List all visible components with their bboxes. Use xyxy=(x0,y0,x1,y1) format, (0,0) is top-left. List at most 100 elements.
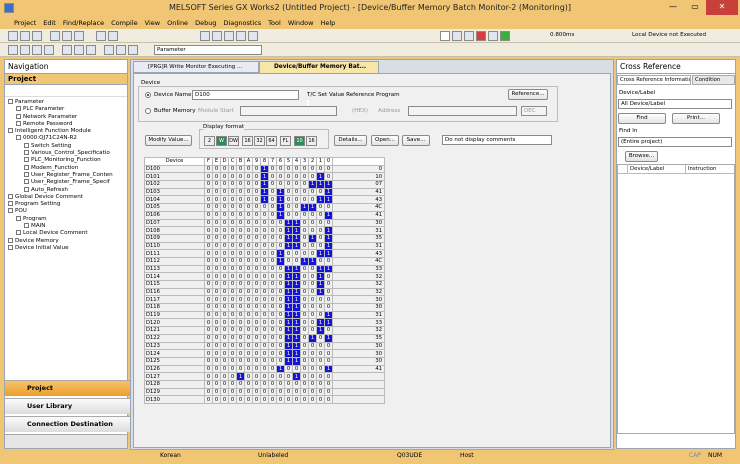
bit-cell[interactable]: 0 xyxy=(252,326,261,335)
tree-item[interactable]: Parameter xyxy=(8,99,127,106)
bit-cell[interactable]: 0 xyxy=(260,326,269,335)
bit-cell[interactable]: 0 xyxy=(300,264,309,274)
bit-cell[interactable]: 0 xyxy=(228,226,237,235)
bit-cell[interactable]: 0 xyxy=(244,364,253,374)
bit-cell[interactable]: 0 xyxy=(252,395,261,404)
table-row[interactable]: D118 0 0 0 0 0 0 0 0 0 0 1 1 0 0 0 0 30 xyxy=(144,303,385,312)
bit-cell[interactable]: 0 xyxy=(292,180,301,189)
print-button[interactable]: Print... xyxy=(672,113,720,124)
bit-cell[interactable]: 1 xyxy=(308,203,317,212)
bit-cell[interactable]: 0 xyxy=(228,210,237,220)
bit-cell[interactable]: 0 xyxy=(220,164,229,174)
bit-cell[interactable]: 0 xyxy=(244,272,253,281)
bit-cell[interactable]: 0 xyxy=(220,241,229,251)
bit-cell[interactable]: 0 xyxy=(252,349,261,358)
bit-cell[interactable]: 0 xyxy=(292,379,301,389)
menu-view[interactable]: View xyxy=(145,19,160,27)
bit-cell[interactable]: 0 xyxy=(212,226,221,235)
bit-cell[interactable]: 1 xyxy=(292,310,301,320)
bit-cell[interactable]: 1 xyxy=(292,264,301,274)
bit-cell[interactable]: 1 xyxy=(260,180,269,189)
value-cell[interactable]: 32 xyxy=(332,272,385,281)
details-button[interactable]: Details... xyxy=(334,135,367,146)
project-button[interactable]: Project xyxy=(5,380,131,396)
bit-cell[interactable]: 0 xyxy=(260,295,269,305)
bit-cell[interactable]: 0 xyxy=(300,210,309,220)
bit-cell[interactable]: 1 xyxy=(284,272,293,281)
save-icon[interactable] xyxy=(32,31,42,41)
bit-cell[interactable]: 0 xyxy=(236,295,245,305)
bit-cell[interactable]: 0 xyxy=(300,272,309,281)
bit-cell[interactable]: 0 xyxy=(292,249,301,258)
bit-cell[interactable]: 1 xyxy=(300,256,309,266)
bit-cell[interactable]: 0 xyxy=(252,310,261,320)
bit-cell[interactable]: 0 xyxy=(204,195,213,205)
bit-cell[interactable]: 0 xyxy=(276,180,285,189)
value-cell[interactable]: 32 xyxy=(332,280,385,289)
bit-cell[interactable]: 0 xyxy=(252,372,261,381)
bit-cell[interactable]: 0 xyxy=(324,256,333,266)
bit-cell[interactable]: 0 xyxy=(268,341,277,351)
bit-cell[interactable]: 0 xyxy=(284,172,293,182)
play-icon[interactable] xyxy=(500,31,510,41)
open-project-icon[interactable] xyxy=(20,31,30,41)
bit-cell[interactable]: 0 xyxy=(212,364,221,374)
bit-cell[interactable]: 0 xyxy=(268,387,277,397)
bit-cell[interactable]: 0 xyxy=(300,287,309,297)
bit-cell[interactable]: 0 xyxy=(260,280,269,289)
bit-cell[interactable]: 0 xyxy=(292,256,301,266)
bit-cell[interactable]: 0 xyxy=(220,210,229,220)
bit-cell[interactable]: 0 xyxy=(260,349,269,358)
bit-cell[interactable]: 0 xyxy=(204,333,213,343)
monitor-start-icon[interactable] xyxy=(236,31,246,41)
comment-icon[interactable] xyxy=(104,45,114,55)
bit-cell[interactable]: 0 xyxy=(292,395,301,404)
bit-cell[interactable]: 1 xyxy=(284,218,293,228)
value-cell[interactable]: 35 xyxy=(332,233,385,243)
bit-cell[interactable]: 0 xyxy=(260,356,269,366)
table-row[interactable]: D105 0 0 0 0 0 0 0 0 0 1 0 0 1 1 0 0 4C xyxy=(144,203,385,212)
bit-cell[interactable]: 0 xyxy=(228,295,237,305)
value-cell[interactable]: 35 xyxy=(332,333,385,343)
table-row[interactable]: D100 0 0 0 0 0 0 0 1 0 0 0 0 0 0 0 0 0 xyxy=(144,164,385,174)
bit-cell[interactable]: 0 xyxy=(284,180,293,189)
redo-icon[interactable] xyxy=(108,31,118,41)
bit-cell[interactable]: 0 xyxy=(244,280,253,289)
bit-cell[interactable]: 0 xyxy=(300,172,309,182)
bit-cell[interactable]: 0 xyxy=(276,272,285,281)
bit-cell[interactable]: 0 xyxy=(228,280,237,289)
bit-cell[interactable]: 0 xyxy=(276,164,285,174)
bit-cell[interactable]: 0 xyxy=(220,356,229,366)
bit-cell[interactable]: 1 xyxy=(292,372,301,381)
value-cell[interactable]: 32 xyxy=(332,287,385,297)
bit-cell[interactable]: 0 xyxy=(236,387,245,397)
bit-cell[interactable]: 0 xyxy=(228,364,237,374)
statement-icon[interactable] xyxy=(116,45,126,55)
bit-cell[interactable]: 0 xyxy=(268,210,277,220)
bit-cell[interactable]: 0 xyxy=(228,356,237,366)
bit-cell[interactable]: 0 xyxy=(212,249,221,258)
bit-cell[interactable]: 0 xyxy=(284,372,293,381)
bit-cell[interactable]: 0 xyxy=(324,272,333,281)
bit-cell[interactable]: 0 xyxy=(212,164,221,174)
bit-cell[interactable]: 0 xyxy=(228,249,237,258)
tree-item[interactable]: Local Device Comment xyxy=(8,230,127,237)
value-cell[interactable]: 4C xyxy=(332,203,385,212)
bit-cell[interactable]: 0 xyxy=(236,249,245,258)
bit-cell[interactable]: 0 xyxy=(308,318,317,328)
bit-cell[interactable]: 1 xyxy=(276,187,285,197)
bit-cell[interactable]: 0 xyxy=(300,333,309,343)
bit-cell[interactable]: 0 xyxy=(204,303,213,312)
value-cell[interactable]: 41 xyxy=(332,364,385,374)
bit-cell[interactable]: 0 xyxy=(324,172,333,182)
bit-cell[interactable]: 0 xyxy=(300,303,309,312)
close-button[interactable]: ✕ xyxy=(706,0,738,15)
table-row[interactable]: D129 0 0 0 0 0 0 0 0 0 0 0 0 0 0 0 0 xyxy=(144,387,385,397)
value-cell[interactable]: 31 xyxy=(332,226,385,235)
bit-cell[interactable]: 0 xyxy=(236,326,245,335)
bit-cell[interactable]: 0 xyxy=(212,195,221,205)
bit-cell[interactable]: 0 xyxy=(204,272,213,281)
bit-cell[interactable]: 1 xyxy=(316,280,325,289)
bit-cell[interactable]: 0 xyxy=(244,318,253,328)
bit-cell[interactable]: 1 xyxy=(284,310,293,320)
